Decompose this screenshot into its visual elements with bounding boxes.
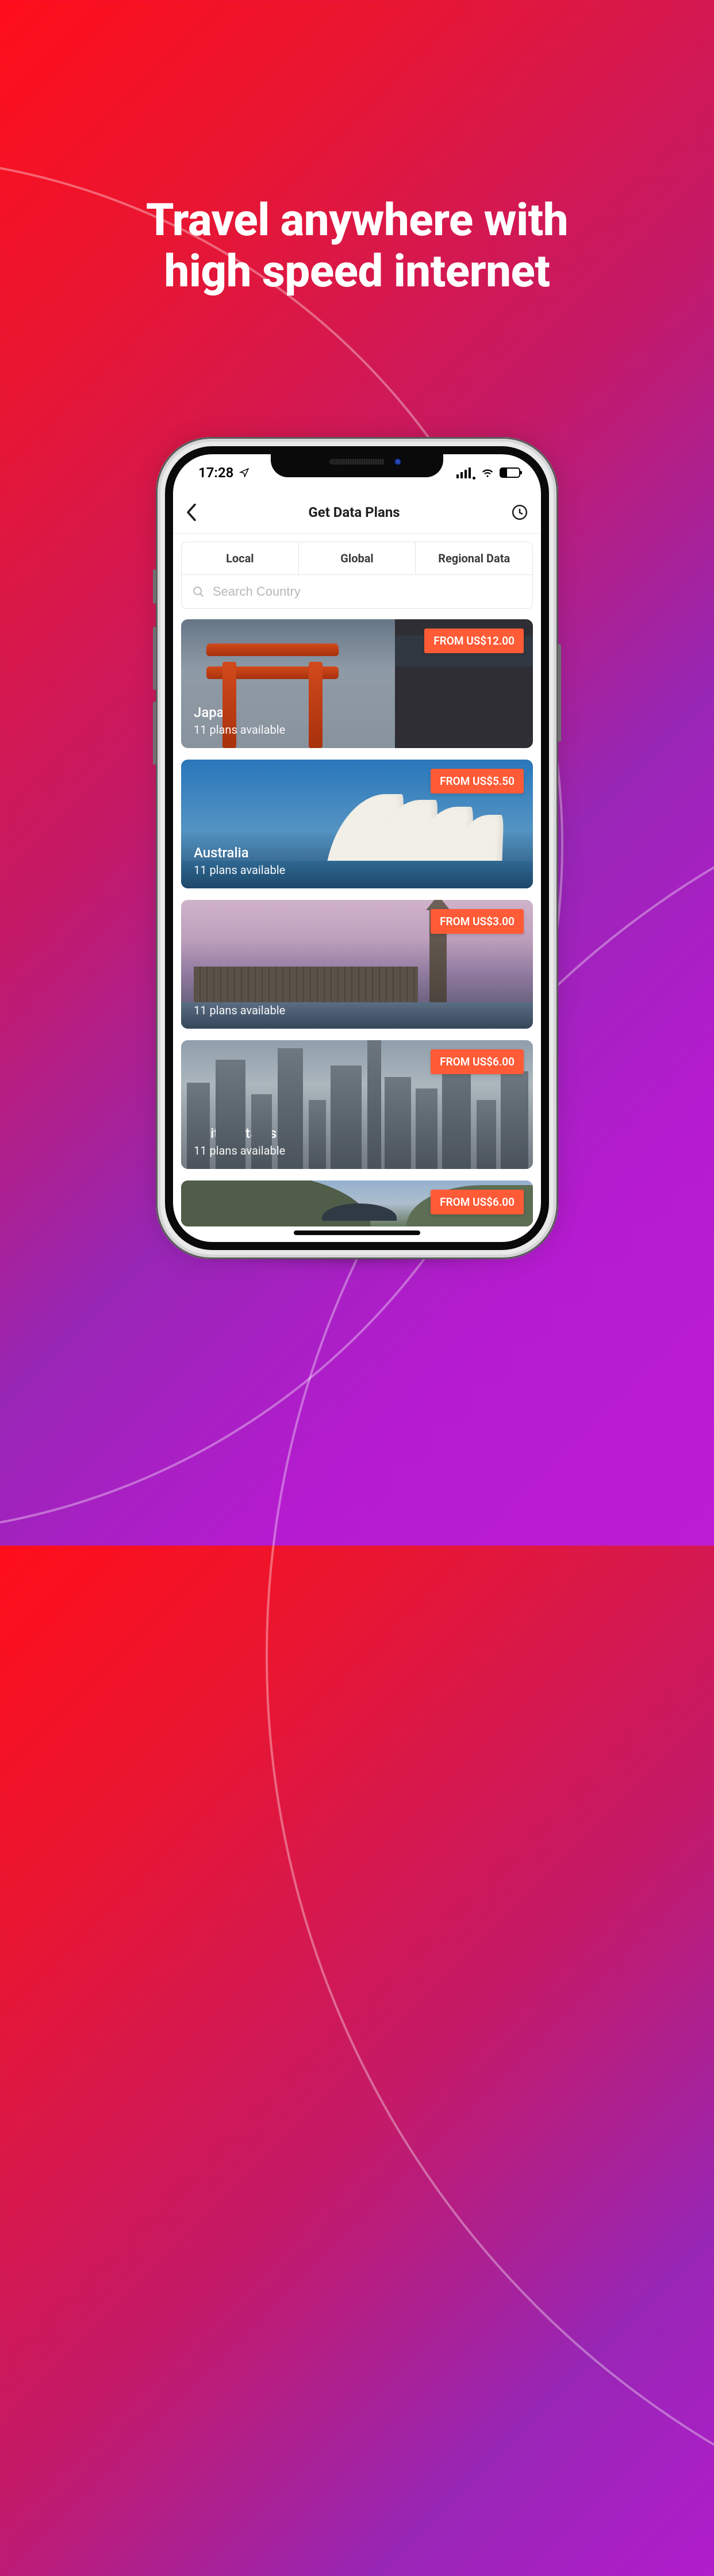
battery-icon xyxy=(500,467,520,478)
price-badge: FROM US$3.00 xyxy=(431,909,524,934)
location-icon xyxy=(239,467,249,478)
back-button[interactable] xyxy=(186,504,197,521)
tab-local[interactable]: Local xyxy=(181,542,299,574)
country-plan-list[interactable]: せんべい FROM US$12.00 Japan 11 plans availa… xyxy=(173,609,541,1226)
price-badge: FROM US$5.50 xyxy=(431,769,524,793)
hero-headline: Travel anywhere with high speed internet xyxy=(0,195,714,298)
plan-card-united-states[interactable]: FROM US$6.00 United States 11 plans avai… xyxy=(181,1040,533,1169)
plans-available: 11 plans available xyxy=(194,1003,520,1017)
uk-art-parliament xyxy=(194,967,418,1002)
phone-volume-up xyxy=(153,627,156,690)
plan-card-partial[interactable]: FROM US$6.00 xyxy=(181,1180,533,1226)
wifi-icon xyxy=(481,467,494,478)
phone-mockup: 17:28 xyxy=(156,437,558,1259)
tab-regional-data[interactable]: Regional Data xyxy=(416,542,533,574)
price-badge: FROM US$6.00 xyxy=(431,1190,524,1214)
tab-label: Global xyxy=(340,551,373,565)
tab-label: Regional Data xyxy=(438,551,510,565)
plan-card-united-kingdom[interactable]: FROM US$3.00 United Kingdom 11 plans ava… xyxy=(181,900,533,1029)
plans-available: 11 plans available xyxy=(194,723,520,737)
plan-scope-tabs: Local Global Regional Data xyxy=(173,534,541,574)
plan-card-japan[interactable]: せんべい FROM US$12.00 Japan 11 plans availa… xyxy=(181,619,533,748)
price-badge: FROM US$12.00 xyxy=(424,628,524,653)
search-input[interactable] xyxy=(213,584,522,599)
tab-label: Local xyxy=(226,551,254,565)
australia-art xyxy=(326,794,510,869)
phone-frame: 17:28 xyxy=(156,437,558,1259)
cellular-signal-icon xyxy=(456,467,475,478)
plans-available: 11 plans available xyxy=(194,1144,520,1157)
app-navbar: Get Data Plans xyxy=(173,491,541,534)
phone-silent-switch xyxy=(153,569,156,604)
search-icon xyxy=(192,585,205,598)
history-button[interactable] xyxy=(511,504,528,521)
phone-bezel: 17:28 xyxy=(165,446,549,1250)
phone-screen: 17:28 xyxy=(173,454,541,1242)
plans-available: 11 plans available xyxy=(194,863,520,877)
phone-speaker xyxy=(329,459,385,465)
country-search[interactable] xyxy=(181,574,533,609)
status-time: 17:28 xyxy=(198,465,233,481)
phone-volume-down xyxy=(153,702,156,765)
home-indicator[interactable] xyxy=(294,1230,420,1235)
phone-notch xyxy=(271,446,443,477)
hero-line-2: high speed internet xyxy=(0,247,714,298)
phone-front-camera xyxy=(394,458,402,466)
hero-line-1: Travel anywhere with xyxy=(0,195,714,247)
price-badge: FROM US$6.00 xyxy=(431,1049,524,1074)
plan-card-australia[interactable]: FROM US$5.50 Australia 11 plans availabl… xyxy=(181,760,533,888)
tab-global[interactable]: Global xyxy=(299,542,416,574)
phone-power-button xyxy=(558,644,561,742)
page-title: Get Data Plans xyxy=(308,504,400,520)
